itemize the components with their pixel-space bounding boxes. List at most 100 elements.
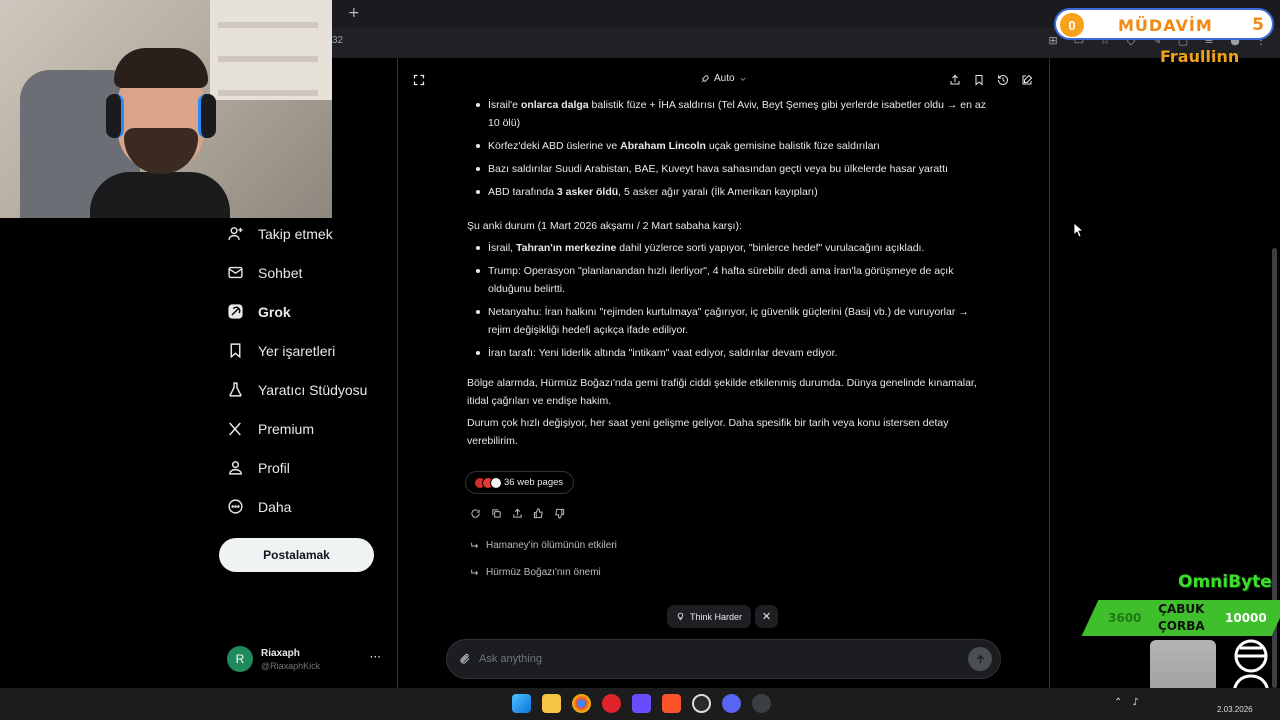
opera-icon[interactable] xyxy=(602,694,621,713)
person-icon xyxy=(226,459,244,477)
more-circle-icon xyxy=(226,498,244,516)
account-handle: @RiaxaphKick xyxy=(261,660,321,671)
arrow-return-icon xyxy=(471,569,479,575)
source-favicons xyxy=(474,476,502,489)
suggestion-label: Hamaney'in ölümünün etkileri xyxy=(486,540,617,551)
share-icon[interactable] xyxy=(948,73,961,86)
send-button[interactable] xyxy=(968,647,992,671)
sidebar-item-grok[interactable]: Grok xyxy=(218,292,396,331)
file-explorer-icon[interactable] xyxy=(542,694,561,713)
more-icon[interactable]: ··· xyxy=(370,650,381,664)
sidebar-item-chat[interactable]: Sohbet xyxy=(218,253,396,292)
list-item: ABD tarafında 3 asker öldü, 5 asker ağır… xyxy=(467,183,987,201)
suggestion-label: Hürmüz Boğazı'nın önemi xyxy=(486,567,601,578)
rank-label: MÜDAVİM xyxy=(1118,16,1213,35)
chatgpt-icon[interactable] xyxy=(692,694,711,713)
rank-level: 5 xyxy=(1252,15,1264,35)
copy-icon[interactable] xyxy=(490,507,502,519)
chevron-up-icon[interactable]: ⌃ xyxy=(1114,697,1122,708)
new-chat-icon[interactable] xyxy=(1020,73,1033,86)
x-logo-icon xyxy=(226,420,244,438)
sidebar-item-follow[interactable]: Takip etmek xyxy=(218,214,396,253)
badge-count: 0 xyxy=(1060,13,1084,37)
post-button[interactable]: Postalamak xyxy=(219,538,374,572)
sidebar-item-premium[interactable]: Premium xyxy=(218,409,396,448)
bookmark-icon[interactable] xyxy=(972,73,985,86)
taskbar: ⌃ ♪ xyxy=(0,688,1280,720)
lightbulb-icon xyxy=(677,612,684,621)
divider-right xyxy=(1049,58,1050,688)
thumbs-up-icon[interactable] xyxy=(532,507,544,519)
sidebar-item-profile[interactable]: Profil xyxy=(218,448,396,487)
grok-icon xyxy=(226,303,244,321)
account-name: Riaxaph xyxy=(261,647,300,659)
brand-label: OmniByte xyxy=(1178,572,1272,592)
new-tab-button[interactable]: + xyxy=(348,5,360,21)
suggestion-item[interactable]: Hürmüz Boğazı'nın önemi xyxy=(470,567,601,578)
bookmark-icon xyxy=(226,342,244,360)
divider-left xyxy=(397,58,398,688)
close-icon[interactable]: ✕ xyxy=(755,605,778,628)
regenerate-icon[interactable] xyxy=(469,507,481,519)
avatar: R xyxy=(227,646,253,672)
soup-title: ÇABUK ÇORBA xyxy=(1158,602,1205,633)
sidebar-item-label: Yer işaretleri xyxy=(258,342,336,359)
status-heading: Şu anki durum (1 Mart 2026 akşamı / 2 Ma… xyxy=(467,220,742,232)
list-item: Bazı saldırılar Suudi Arabistan, BAE, Ku… xyxy=(467,160,987,178)
streamer xyxy=(90,40,230,218)
arrow-return-icon xyxy=(471,542,479,548)
rocket-icon xyxy=(701,74,709,82)
sidebar-item-more[interactable]: Daha xyxy=(218,487,396,526)
ask-bar xyxy=(446,639,1001,679)
brave-icon[interactable] xyxy=(662,694,681,713)
attack-list: İsrail'e onlarca dalga balistik füze + İ… xyxy=(467,96,987,201)
chevron-down-icon xyxy=(739,77,746,81)
ask-input[interactable] xyxy=(479,653,968,665)
windows-start-icon[interactable] xyxy=(512,694,531,713)
sidebar-item-label: Profil xyxy=(258,459,290,476)
steam-icon[interactable] xyxy=(752,694,771,713)
mode-label: Auto xyxy=(714,73,735,84)
mail-icon xyxy=(226,264,244,282)
headset-icon xyxy=(106,94,124,138)
suggestion-item[interactable]: Hamaney'in ölümünün etkileri xyxy=(470,540,617,551)
viewer-name: Fraullinn xyxy=(1160,47,1240,66)
discord-icon[interactable] xyxy=(722,694,741,713)
status-list: İsrail, Tahran'ın merkezine dahil yüzler… xyxy=(467,239,987,362)
header-actions xyxy=(948,73,1033,86)
paperclip-icon[interactable] xyxy=(459,652,473,666)
chrome-icon[interactable] xyxy=(572,694,591,713)
list-item: Netanyahu: İran halkını "rejimden kurtul… xyxy=(467,303,987,339)
clock-date: 2.03.2026 xyxy=(1217,705,1253,714)
account-switcher[interactable]: R Riaxaph @RiaxaphKick ··· xyxy=(227,644,387,674)
thumbs-down-icon[interactable] xyxy=(553,507,565,519)
answer-paragraph: Bölge alarmda, Hürmüz Boğazı'nda gemi tr… xyxy=(467,377,977,407)
think-harder-button[interactable]: Think Harder xyxy=(667,605,752,628)
list-item: Trump: Operasyon "planlanandan hızlı ile… xyxy=(467,262,987,298)
taskbar-apps xyxy=(512,694,771,713)
answer-paragraph: Durum çok hızlı değişiyor, her saat yeni… xyxy=(467,417,949,447)
translate-icon[interactable]: ⊞ xyxy=(1046,34,1060,48)
mouse-cursor-icon xyxy=(1073,222,1085,242)
microphone-icon[interactable]: ♪ xyxy=(1132,697,1138,708)
message-actions xyxy=(469,507,565,519)
loyalty-badge: 0 MÜDAVİM 5 xyxy=(1054,8,1274,40)
think-harder-label: Think Harder xyxy=(690,611,743,622)
app-icon[interactable] xyxy=(632,694,651,713)
list-item: İran tarafı: Yeni liderlik altında "inti… xyxy=(467,344,987,362)
history-icon[interactable] xyxy=(996,73,1009,86)
sidebar-item-label: Daha xyxy=(258,498,292,515)
mode-selector[interactable]: Auto xyxy=(700,73,747,84)
sidebar-nav: Takip etmek Sohbet Grok Yer işaretleri Y… xyxy=(218,214,396,526)
sources-chip[interactable]: 36 web pages xyxy=(465,471,575,494)
expand-icon[interactable] xyxy=(413,73,427,87)
sidebar-item-bookmarks[interactable]: Yer işaretleri xyxy=(218,331,396,370)
flask-icon xyxy=(226,381,244,399)
arrow-up-icon xyxy=(976,654,984,663)
sidebar-item-label: Yaratıcı Stüdyosu xyxy=(258,381,368,398)
sources-label: 36 web pages xyxy=(504,477,564,488)
grok-answer: İsrail'e onlarca dalga balistik füze + İ… xyxy=(467,96,987,454)
sidebar-item-creator-studio[interactable]: Yaratıcı Stüdyosu xyxy=(218,370,396,409)
soup-value-right: 10000 xyxy=(1225,611,1267,625)
share-icon[interactable] xyxy=(511,507,523,519)
